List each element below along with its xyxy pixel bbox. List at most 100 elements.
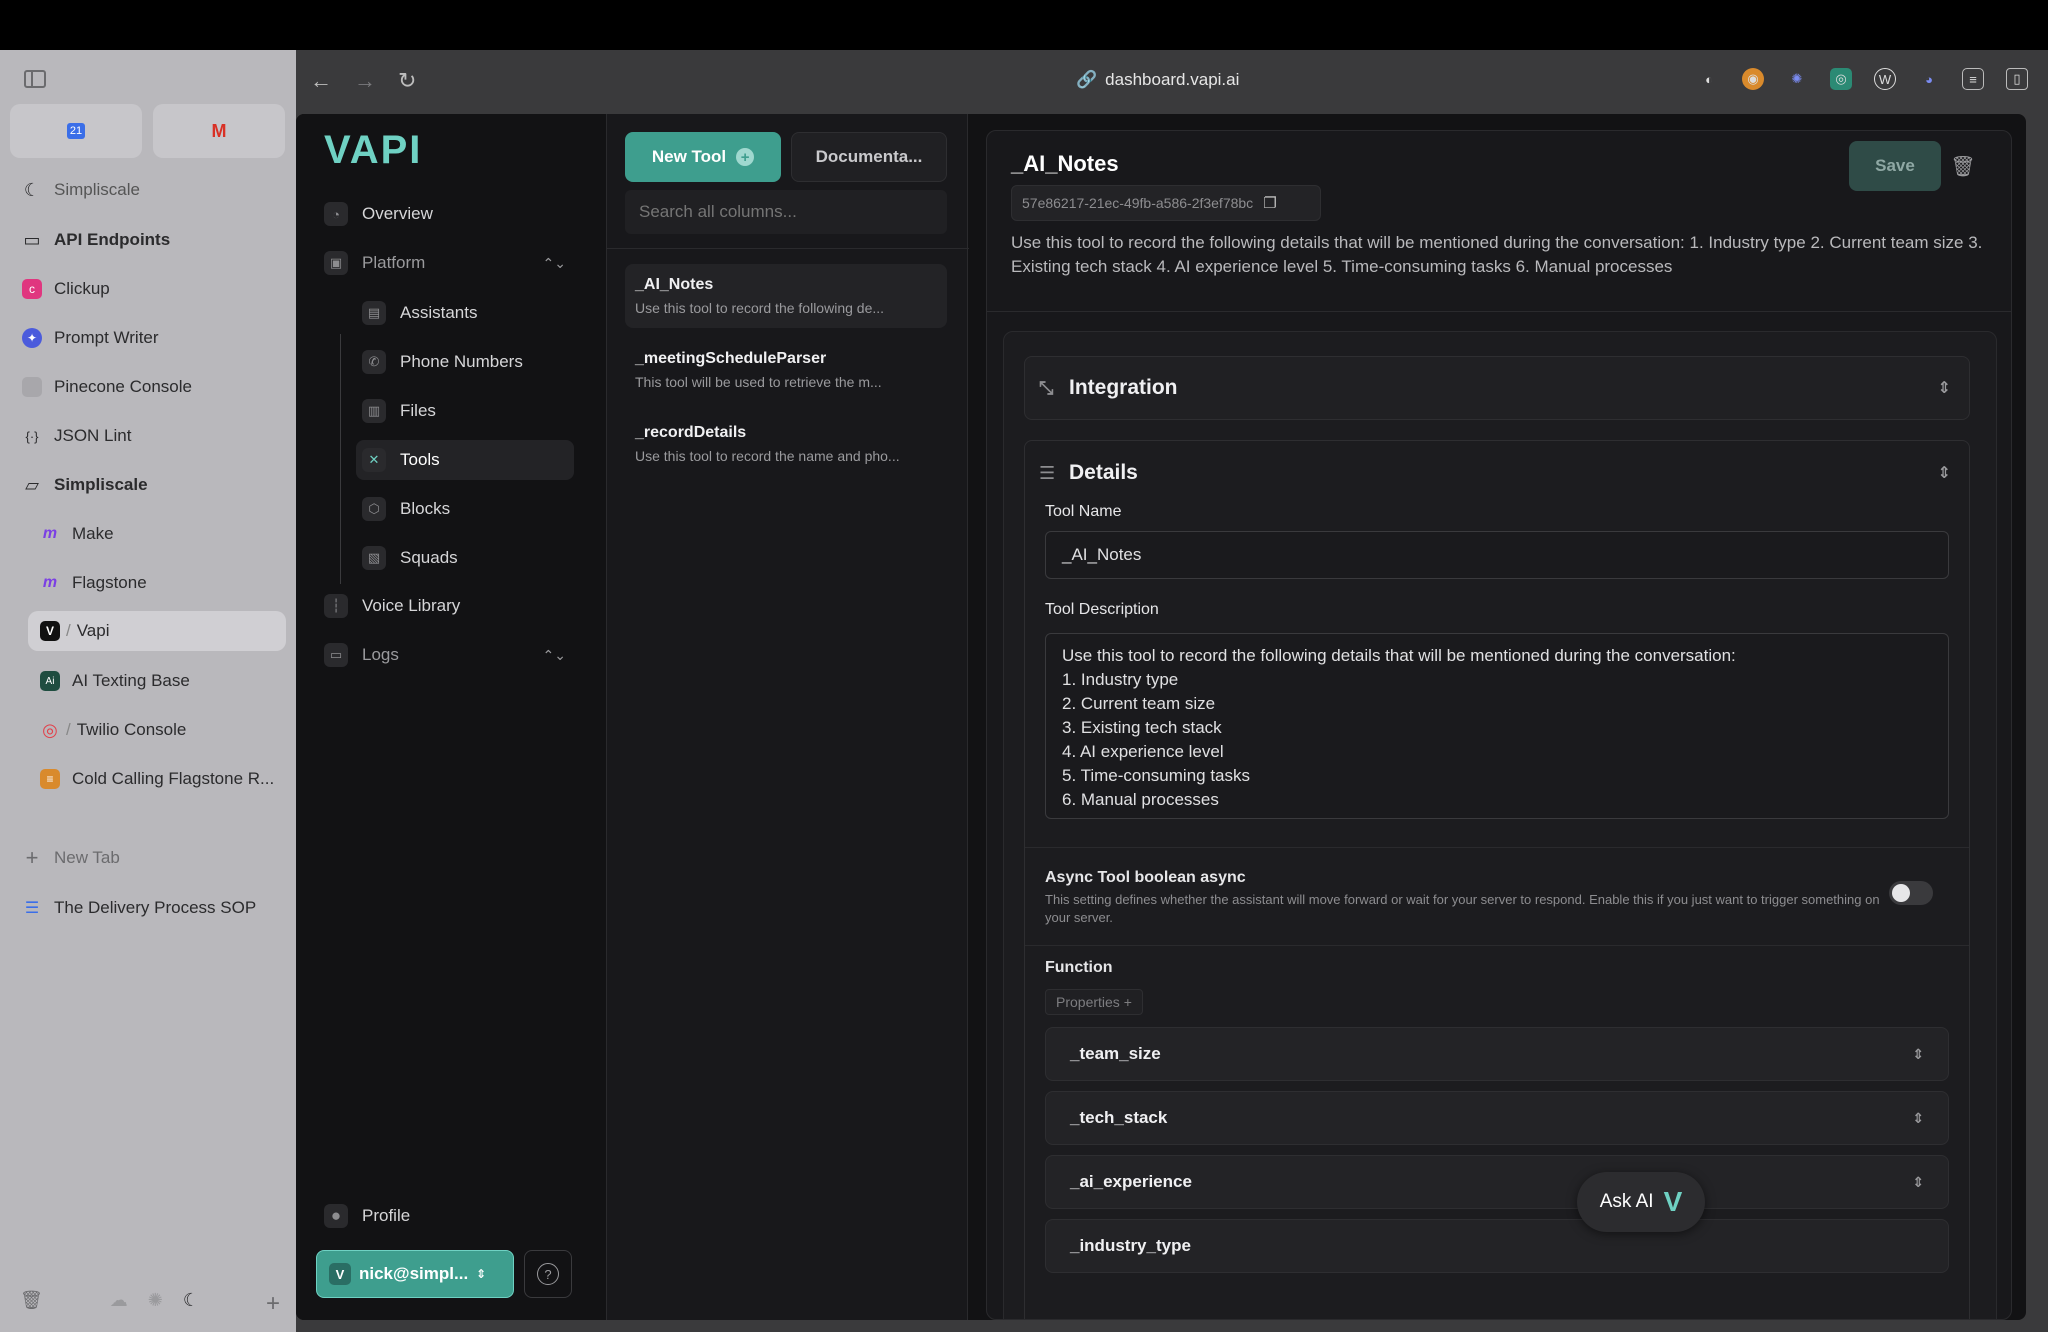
extension-b-icon[interactable]: ◉	[1742, 68, 1764, 90]
gmail-icon: M	[211, 120, 227, 141]
extension-d-icon[interactable]: ◕	[1918, 68, 1940, 90]
nav-files[interactable]: ▥ Files	[362, 391, 574, 431]
property-row[interactable]: _ai_experience ⇕	[1045, 1155, 1949, 1209]
plus-icon: +	[25, 845, 39, 870]
add-property-button[interactable]: Properties +	[1045, 989, 1143, 1015]
nav-overview[interactable]: ◔ Overview	[324, 194, 574, 234]
sidebar-item-vapi[interactable]: V / Vapi	[28, 611, 286, 651]
cloud-icon[interactable]: ☁	[110, 1290, 128, 1318]
nav-label: Platform	[362, 253, 426, 272]
sidebar-item-label: Make	[72, 524, 114, 543]
url-bar[interactable]: 🔗 dashboard.vapi.ai	[1076, 70, 1239, 90]
nav-label: Overview	[362, 204, 433, 223]
nav-profile[interactable]: ● Profile	[324, 1204, 410, 1228]
tool-description-field[interactable]: Use this tool to record the following de…	[1045, 633, 1949, 819]
nav-logs[interactable]: ▭ Logs ⌃⌄	[324, 635, 574, 675]
details-header[interactable]: ☰ Details ⇕	[1025, 441, 1969, 505]
help-button[interactable]: ?	[524, 1250, 572, 1298]
sidebar-item-label: JSON Lint	[54, 426, 132, 445]
new-tab-button[interactable]: + New Tab	[22, 838, 286, 878]
nav-assistants[interactable]: ▤ Assistants	[362, 293, 574, 333]
sidebar-item-label: Vapi	[76, 621, 110, 640]
sidebar-item-flagstone[interactable]: m Flagstone	[40, 563, 304, 603]
copy-icon[interactable]: ❐	[1263, 194, 1276, 212]
tool-name-field[interactable]: _AI_Notes	[1045, 531, 1949, 579]
property-row[interactable]: _tech_stack ⇕	[1045, 1091, 1949, 1145]
details-section: ☰ Details ⇕ Tool Name _AI_Notes Tool Des…	[1024, 440, 1970, 1319]
tree-line	[340, 334, 341, 584]
tool-list-item[interactable]: _AI_Notes Use this tool to record the fol…	[625, 264, 947, 328]
platform-icon: ▣	[324, 251, 348, 275]
sidebar-item-ai-texting-base[interactable]: Ai AI Texting Base	[40, 661, 304, 701]
os-top-bar	[0, 0, 2048, 50]
sidebar-item-pinecone-console[interactable]: Pinecone Console	[22, 367, 286, 407]
sidebar-item-label: The Delivery Process SOP	[54, 898, 257, 917]
nav-phone-numbers[interactable]: ✆ Phone Numbers	[362, 342, 574, 382]
nav-voice-library[interactable]: ┆ Voice Library	[324, 586, 574, 626]
sidebar-item-simpliscale-space[interactable]: ☾ Simpliscale	[22, 170, 286, 210]
reload-icon[interactable]: ↻	[398, 70, 416, 92]
nav-blocks[interactable]: ⬡ Blocks	[362, 489, 574, 529]
sidebar-toggle-icon[interactable]	[24, 70, 46, 88]
tool-list-item[interactable]: _recordDetails Use this tool to record th…	[625, 412, 947, 476]
nav-tools[interactable]: ✕ Tools	[356, 440, 574, 480]
chevron-updown-icon: ⌃⌄	[542, 646, 566, 663]
extension-w-icon[interactable]: W	[1874, 68, 1896, 90]
account-switcher[interactable]: Vnick@simpl... ⇕	[316, 1250, 514, 1298]
delete-button[interactable]: 🗑	[1949, 141, 1977, 191]
save-button[interactable]: Save	[1849, 141, 1941, 191]
async-toggle[interactable]	[1889, 881, 1933, 905]
browser-toolbar: ← → ↻ 🔗 dashboard.vapi.ai ◐ ◉ ✺ ◎ W ◕ ≡ …	[296, 50, 2048, 114]
extension-c-icon[interactable]: ✺	[1786, 68, 1808, 90]
section-title: Details	[1069, 461, 1138, 484]
extension-a-icon[interactable]: ◐	[1698, 68, 1720, 90]
sidebar-item-json-lint[interactable]: {·} JSON Lint	[22, 416, 286, 456]
sidebar-item-label: Flagstone	[72, 573, 147, 592]
button-label: New Tool	[651, 147, 727, 166]
search-input[interactable]	[625, 190, 947, 234]
button-label: Documenta...	[815, 147, 923, 166]
nav-platform[interactable]: ▣ Platform ⌃⌄	[324, 243, 574, 283]
sidebar-item-label: Clickup	[54, 279, 110, 298]
back-icon[interactable]: ←	[310, 70, 332, 92]
chatgpt-icon[interactable]: ◎	[1830, 68, 1852, 90]
sidebar-item-clickup[interactable]: c Clickup	[22, 269, 286, 309]
chevron-updown-icon: ⇕	[476, 1267, 487, 1281]
tools-list-panel: New Tool + Documenta... _AI_Notes Use this…	[606, 114, 969, 1320]
extension-e-icon[interactable]: ≡	[1962, 68, 1984, 90]
sidebar-item-api-endpoints[interactable]: ▭ API Endpoints	[22, 220, 286, 260]
sidebar-item-delivery-sop[interactable]: ☰ The Delivery Process SOP	[22, 888, 286, 928]
property-row[interactable]: _team_size ⇕	[1045, 1027, 1949, 1081]
moon-icon[interactable]: ☾	[183, 1290, 199, 1318]
sidebar-item-label: AI Texting Base	[72, 671, 190, 690]
favorite-calendar[interactable]: 21	[10, 104, 142, 158]
archive-icon[interactable]: 🗑	[20, 1290, 43, 1318]
new-tool-button[interactable]: New Tool +	[625, 132, 781, 182]
tool-name-label: Tool Name	[1045, 503, 1122, 520]
integration-section[interactable]: ⤡ Integration ⇕	[1024, 356, 1970, 420]
property-row[interactable]: _industry_type	[1045, 1219, 1949, 1273]
divider	[1025, 945, 1969, 946]
documentation-button[interactable]: Documenta...	[791, 132, 947, 182]
sidebar-item-twilio-console[interactable]: ◎ / Twilio Console	[40, 710, 304, 750]
sidebar-item-make[interactable]: m Make	[40, 514, 304, 554]
json-icon: {·}	[25, 428, 39, 444]
sidebar-item-cold-calling[interactable]: ≡ Cold Calling Flagstone R...	[40, 759, 304, 799]
favorite-gmail[interactable]: M	[153, 104, 285, 158]
sidebar-folder-simpliscale[interactable]: ▱ Simpliscale	[22, 465, 286, 505]
forward-icon[interactable]: →	[354, 70, 376, 92]
tool-list-item[interactable]: _meetingScheduleParser This tool will be …	[625, 338, 947, 402]
sidebar-item-label: Twilio Console	[76, 720, 187, 739]
phone-icon: ✆	[362, 350, 386, 374]
property-name: _team_size	[1070, 1044, 1161, 1063]
moon-icon: ☾	[23, 179, 41, 200]
vapi-logo[interactable]: VAPI	[324, 128, 422, 173]
sidebar-item-label: Simpliscale	[54, 180, 140, 199]
add-icon[interactable]: +	[266, 1290, 280, 1318]
button-label: Ask AI	[1599, 1191, 1654, 1212]
sun-icon[interactable]: ✺	[148, 1290, 163, 1318]
sidebar-item-prompt-writer[interactable]: ✦ Prompt Writer	[22, 318, 286, 358]
nav-squads[interactable]: ▧ Squads	[362, 538, 574, 578]
split-view-icon[interactable]: ▯	[2006, 68, 2028, 90]
ask-ai-button[interactable]: Ask AI V	[1577, 1172, 1705, 1232]
